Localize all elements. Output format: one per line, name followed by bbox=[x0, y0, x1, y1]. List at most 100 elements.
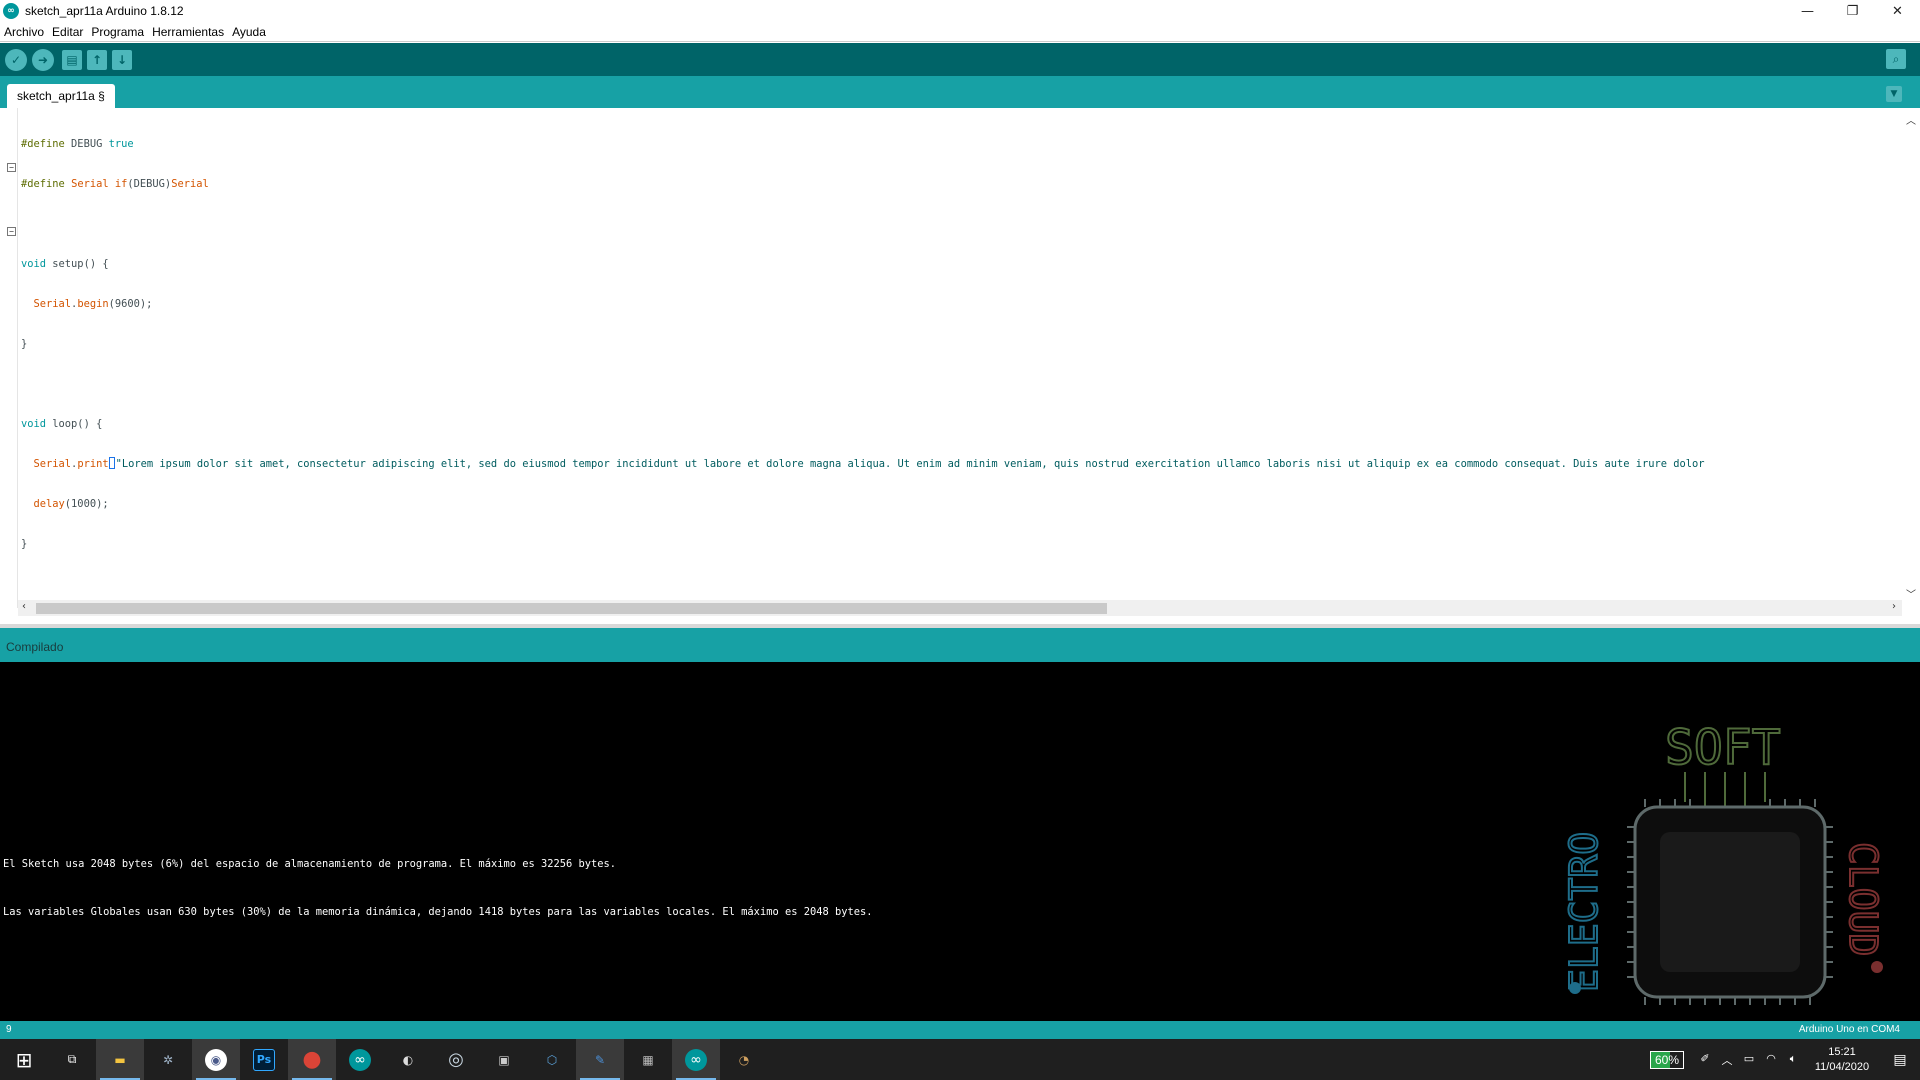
battery-indicator[interactable]: 60% bbox=[1649, 1050, 1684, 1069]
taskbar-clock[interactable]: 15:21 11/04/2020 bbox=[1804, 1045, 1880, 1075]
fold-loop-icon[interactable]: − bbox=[7, 227, 16, 236]
chevron-down-icon: ▼ bbox=[1890, 89, 1898, 99]
title-bar: ∞ sketch_apr11a Arduino 1.8.12 — ❐ ✕ bbox=[0, 0, 1920, 22]
board-port-label: Arduino Uno en COM4 bbox=[1798, 1024, 1900, 1035]
maximize-button[interactable]: ❐ bbox=[1830, 0, 1875, 22]
clock-time: 15:21 bbox=[1828, 1045, 1856, 1058]
menu-ayuda[interactable]: Ayuda bbox=[228, 25, 270, 39]
status-bar: Compilado bbox=[0, 628, 1920, 662]
vertical-scrollbar[interactable]: ︿ ﹀ bbox=[1902, 108, 1920, 601]
code-line: } bbox=[21, 338, 28, 350]
steam-icon: ◎ bbox=[448, 1049, 464, 1070]
battery-percent: 60% bbox=[1654, 1052, 1679, 1067]
menu-archivo[interactable]: Archivo bbox=[0, 25, 48, 39]
paint-icon: ◔ bbox=[738, 1052, 750, 1067]
code-line: delay(1000); bbox=[21, 498, 109, 510]
scroll-up-icon[interactable]: ︿ bbox=[1906, 112, 1916, 127]
window-controls: — ❐ ✕ bbox=[1785, 0, 1920, 22]
notification-icon: ▤ bbox=[1893, 1051, 1907, 1068]
wifi-icon[interactable]: ◠ bbox=[1760, 1052, 1782, 1068]
notification-center-button[interactable]: ▤ bbox=[1880, 1039, 1920, 1080]
upload-button[interactable]: ➜ bbox=[32, 48, 54, 71]
output-console[interactable]: El Sketch usa 2048 bytes (6%) del espaci… bbox=[0, 662, 1920, 1021]
scroll-left-icon[interactable]: ‹ bbox=[22, 601, 26, 612]
taskbar-app-button[interactable]: ● bbox=[288, 1039, 336, 1080]
scroll-right-icon[interactable]: › bbox=[1892, 601, 1896, 612]
virtualbox-icon: ⬡ bbox=[546, 1052, 558, 1067]
minimize-button[interactable]: — bbox=[1785, 0, 1830, 22]
vpn-lock-icon: ◉ bbox=[205, 1048, 227, 1071]
taskbar-app-button[interactable]: ✲ bbox=[144, 1039, 192, 1080]
taskbar-app-button[interactable]: Ps bbox=[240, 1039, 288, 1080]
fold-setup-icon[interactable]: − bbox=[7, 163, 16, 172]
tab-bar: sketch_apr11a § ▼ bbox=[0, 76, 1920, 108]
taskbar-app-button[interactable]: ⬡ bbox=[528, 1039, 576, 1080]
horizontal-scroll-thumb[interactable] bbox=[36, 603, 1107, 614]
logo-right-text: CLOUD bbox=[1841, 842, 1885, 956]
show-hidden-icons-icon[interactable]: ︿ bbox=[1716, 1052, 1738, 1068]
photoshop-icon: Ps bbox=[253, 1048, 275, 1071]
console-line: Las variables Globales usan 630 bytes (3… bbox=[3, 906, 873, 918]
serial-monitor-icon: ⌕ bbox=[1892, 51, 1900, 66]
code-line: Serial.begin(9600); bbox=[21, 298, 153, 310]
horizontal-scrollbar[interactable]: ‹ › bbox=[18, 600, 1902, 616]
text-cursor bbox=[108, 457, 115, 469]
taskbar-app-button[interactable]: ◔ bbox=[720, 1039, 768, 1080]
editor-gutter: − − bbox=[0, 108, 18, 608]
toolbar: ✓ ➜ ▤ ↑ ↓ ⌕ bbox=[0, 43, 1920, 76]
open-sketch-button[interactable]: ↑ bbox=[87, 49, 107, 70]
arduino-icon: ∞ bbox=[349, 1048, 371, 1071]
tab-menu-button[interactable]: ▼ bbox=[1886, 86, 1902, 102]
status-message: Compilado bbox=[6, 640, 64, 654]
tool-app-icon: ✎ bbox=[594, 1052, 606, 1067]
taskbar-app-button[interactable]: ✎ bbox=[576, 1039, 624, 1080]
taskbar-app-button[interactable]: ∞ bbox=[336, 1039, 384, 1080]
verify-button[interactable]: ✓ bbox=[5, 48, 27, 71]
save-sketch-button[interactable]: ↓ bbox=[112, 49, 132, 70]
new-icon: ▤ bbox=[66, 52, 78, 67]
code-line: Serial.print "Lorem ipsum dolor sit amet,… bbox=[21, 457, 1705, 470]
arduino-active-icon: ∞ bbox=[685, 1048, 707, 1071]
sd-card-icon: ▣ bbox=[498, 1052, 510, 1067]
verify-icon: ✓ bbox=[10, 52, 22, 67]
taskbar-app-button[interactable]: ◐ bbox=[384, 1039, 432, 1080]
menu-editar[interactable]: Editar bbox=[48, 25, 87, 39]
taskbar-apps: ⊞ ⧉ ▬ ✲ ◉ Ps ● ∞ ◐ ◎ ▣ ⬡ ✎ ▦ ∞ ◔ bbox=[0, 1039, 768, 1080]
code-line: #define DEBUG true bbox=[21, 138, 134, 150]
taskbar-app-button[interactable]: ◎ bbox=[432, 1039, 480, 1080]
windows-taskbar: ⊞ ⧉ ▬ ✲ ◉ Ps ● ∞ ◐ ◎ ▣ ⬡ ✎ ▦ ∞ ◔ 60% ✐ ︿ ▭ ◠ 🔈︎ 15:21 11/04… bbox=[0, 1039, 1920, 1080]
taskbar-app-button[interactable]: ▣ bbox=[480, 1039, 528, 1080]
taskbar-app-button[interactable]: ▬ bbox=[96, 1039, 144, 1080]
console-line: El Sketch usa 2048 bytes (6%) del espaci… bbox=[3, 858, 617, 870]
code-area[interactable]: #define DEBUG true #define Serial if(DEB… bbox=[21, 112, 1902, 576]
new-sketch-button[interactable]: ▤ bbox=[62, 49, 82, 70]
menu-programa[interactable]: Programa bbox=[87, 25, 148, 39]
taskbar-app-button[interactable]: ⊞ bbox=[0, 1039, 48, 1080]
taskbar-app-button[interactable]: ◉ bbox=[192, 1039, 240, 1080]
pen-icon[interactable]: ✐ bbox=[1694, 1052, 1716, 1068]
menu-herramientas[interactable]: Herramientas bbox=[148, 25, 228, 39]
bottom-status-bar: 9 Arduino Uno en COM4 bbox=[0, 1021, 1920, 1039]
system-tray: 60% ✐ ︿ ▭ ◠ 🔈︎ 15:21 11/04/2020 ▤ bbox=[1649, 1039, 1920, 1080]
tray-icons: ✐ ︿ ▭ ◠ 🔈︎ bbox=[1694, 1052, 1804, 1068]
taskbar-app-button[interactable]: ▦ bbox=[624, 1039, 672, 1080]
tab-sketch[interactable]: sketch_apr11a § bbox=[7, 84, 115, 108]
task-view-icon: ⧉ bbox=[67, 1052, 77, 1066]
logo-top-text: SOFT bbox=[1665, 720, 1781, 776]
cura-icon: ◐ bbox=[402, 1052, 414, 1067]
arduino-app-icon: ∞ bbox=[3, 3, 19, 19]
taskbar-app-button[interactable]: ⧉ bbox=[48, 1039, 96, 1080]
serial-monitor-button[interactable]: ⌕ bbox=[1886, 49, 1906, 69]
volume-icon[interactable]: 🔈︎ bbox=[1782, 1052, 1804, 1068]
code-editor[interactable]: − − #define DEBUG true #define Serial if… bbox=[0, 108, 1920, 616]
taskbar-app-button[interactable]: ∞ bbox=[672, 1039, 720, 1080]
battery-tray-icon[interactable]: ▭ bbox=[1738, 1052, 1760, 1068]
open-icon: ↑ bbox=[91, 52, 103, 67]
code-line: void loop() { bbox=[21, 418, 103, 430]
dot-matrix-icon: ▦ bbox=[642, 1052, 654, 1067]
logo-left-text: ELECTRO bbox=[1562, 832, 1606, 992]
scroll-down-icon[interactable]: ﹀ bbox=[1906, 586, 1916, 601]
close-button[interactable]: ✕ bbox=[1875, 0, 1920, 22]
